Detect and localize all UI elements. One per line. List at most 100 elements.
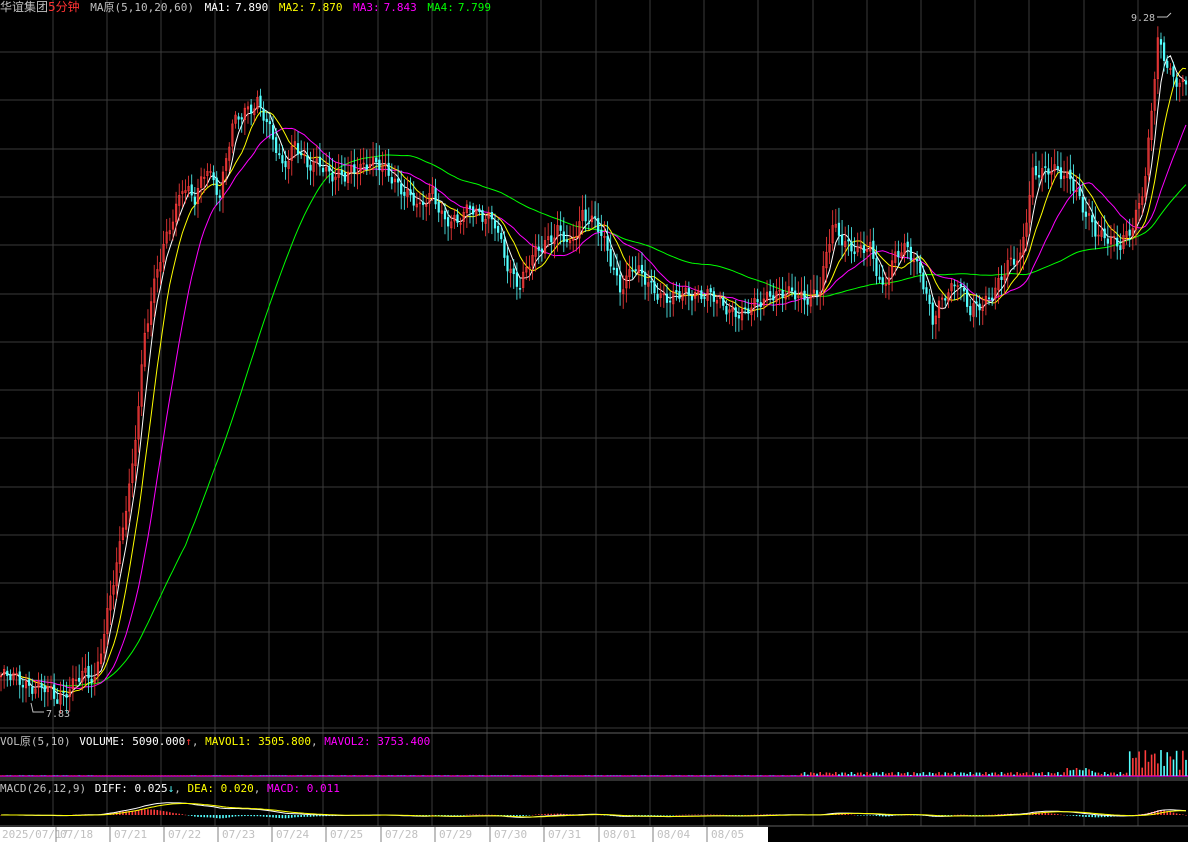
volume-bar — [469, 775, 471, 776]
volume-bar — [84, 775, 87, 776]
volume-bar — [319, 775, 321, 776]
volume-bar — [1135, 757, 1137, 776]
volume-bar — [1075, 768, 1078, 776]
volume-bar — [922, 772, 925, 776]
volume-bar — [100, 775, 102, 776]
volume-bar — [537, 775, 540, 776]
candle-body — [1012, 258, 1016, 265]
macd-bar — [175, 813, 177, 815]
volume-bar — [81, 775, 84, 776]
candle-body — [790, 287, 794, 291]
volume-bar — [253, 775, 256, 776]
date-label: 07/24 — [276, 828, 309, 841]
volume-bar — [519, 775, 521, 776]
macd-indicator-name[interactable]: MACD(26,12,9) — [0, 782, 86, 795]
candle-body — [18, 671, 21, 685]
macd-bar — [960, 814, 962, 816]
candle-body — [1175, 77, 1178, 87]
macd-bar — [453, 815, 456, 816]
candle-body — [250, 104, 253, 114]
candle-body — [756, 299, 759, 303]
date-label: 07/23 — [222, 828, 255, 841]
macd-bar — [462, 815, 465, 816]
macd-bar — [1057, 814, 1059, 815]
volume-bar — [1160, 750, 1162, 776]
candle-body — [643, 271, 647, 285]
ma-indicator-name[interactable]: MA原(5,10,20,60) — [90, 1, 194, 14]
period-label[interactable]: 5分钟 — [48, 0, 80, 14]
candle-body — [597, 218, 600, 233]
candle-body — [925, 287, 928, 294]
volume-bar — [600, 775, 603, 776]
macd-bar — [1047, 813, 1050, 815]
macd-bar — [985, 814, 987, 816]
volume-value: 5090.000 — [132, 735, 186, 748]
volume-bar — [803, 772, 806, 776]
volume-bar — [28, 775, 30, 776]
ma4-label: MA4: — [427, 1, 454, 14]
volume-bar — [303, 775, 306, 776]
volume-bar — [1025, 772, 1028, 776]
volume-bar — [78, 775, 80, 776]
candle-body — [669, 300, 672, 303]
candle-body — [6, 670, 9, 676]
volume-bar — [197, 775, 199, 776]
volume-bar — [728, 775, 731, 776]
candle-body — [62, 691, 65, 694]
macd-bar — [441, 815, 443, 816]
volume-bar — [606, 775, 609, 776]
candle-body — [1078, 188, 1081, 197]
volume-bar — [994, 772, 997, 776]
volume-bar — [869, 773, 872, 776]
volume-bar — [1132, 758, 1134, 776]
macd-bar — [1069, 815, 1072, 816]
candle-body — [506, 255, 509, 272]
macd-bar — [219, 815, 221, 819]
volume-bar — [947, 772, 950, 776]
volume-bar — [209, 775, 212, 776]
volume-bar — [156, 775, 159, 776]
volume-bar — [544, 775, 546, 776]
candle-body — [1059, 167, 1063, 180]
macd-bar — [872, 815, 875, 816]
volume-bar — [275, 775, 277, 776]
macd-bar — [1082, 815, 1084, 817]
macd-bar — [472, 814, 474, 816]
macd-bar — [1085, 815, 1087, 817]
date-label: 07/25 — [330, 828, 363, 841]
candle-body — [409, 189, 412, 196]
volume-bar — [119, 775, 121, 776]
date-label: 07/30 — [494, 828, 527, 841]
candle-body — [872, 240, 875, 259]
volume-bar — [1153, 753, 1156, 776]
macd-bar — [950, 815, 953, 816]
macd-bar — [1044, 812, 1047, 815]
candle-body — [806, 298, 809, 305]
volume-bar — [444, 775, 446, 776]
macd-bar — [528, 815, 531, 816]
macd-bar — [428, 815, 431, 816]
volume-bar — [516, 775, 518, 776]
volume-bar — [910, 774, 912, 776]
volume-bar — [3, 775, 5, 776]
candle-body — [897, 250, 900, 258]
volume-bar — [87, 775, 90, 776]
volume-bar — [1113, 772, 1115, 776]
volume-bar — [503, 775, 506, 776]
macd-bar — [231, 815, 234, 817]
stock-name[interactable]: 华谊集团 — [0, 0, 48, 14]
macd-bar — [663, 815, 665, 816]
macd-bar — [853, 814, 856, 816]
candle-body — [678, 291, 681, 299]
volume-bar — [991, 772, 993, 776]
volume-bar — [256, 775, 259, 776]
macd-bar — [681, 814, 684, 816]
ma2-label: MA2: — [278, 1, 306, 14]
volume-bar — [1085, 768, 1087, 776]
vol-indicator-name[interactable]: VOL原(5,10) — [0, 735, 71, 748]
macd-bar — [172, 812, 174, 815]
stock-chart[interactable]: 9.28 7.83 2025/07/1707/18 07/21 07/22 07/23… — [0, 0, 1188, 842]
volume-bar — [744, 775, 746, 776]
volume-bar — [903, 773, 906, 776]
volume-bar — [125, 775, 127, 776]
